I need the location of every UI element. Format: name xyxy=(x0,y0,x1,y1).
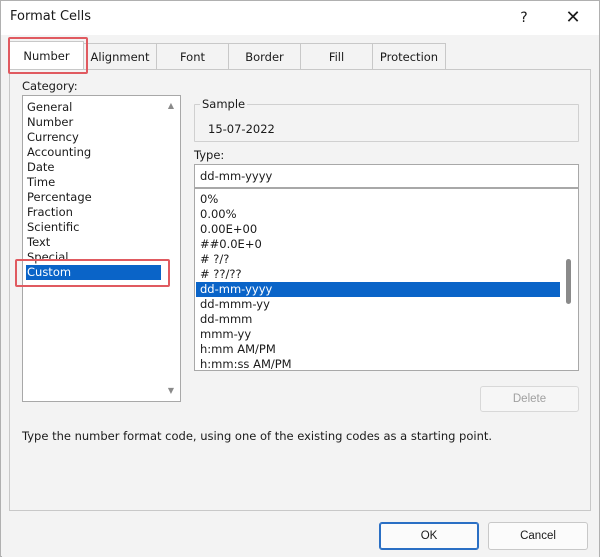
category-item-special[interactable]: Special xyxy=(26,250,161,265)
category-item-percentage[interactable]: Percentage xyxy=(26,190,161,205)
category-item-number[interactable]: Number xyxy=(26,115,161,130)
category-item-scientific[interactable]: Scientific xyxy=(26,220,161,235)
tab-border[interactable]: Border xyxy=(228,43,301,69)
type-list[interactable]: 0% 0.00% 0.00E+00 ##0.0E+0 # ?/? # ??/??… xyxy=(194,188,579,371)
tab-number[interactable]: Number xyxy=(9,41,84,69)
format-cells-dialog: Format Cells ? ✕ Number Alignment Font B… xyxy=(0,0,600,557)
tab-alignment[interactable]: Alignment xyxy=(83,43,157,69)
type-item[interactable]: 0.00% xyxy=(196,207,560,222)
category-item-currency[interactable]: Currency xyxy=(26,130,161,145)
category-item-custom[interactable]: Custom xyxy=(26,265,161,280)
help-icon[interactable]: ? xyxy=(514,7,534,29)
type-item[interactable]: 0.00E+00 xyxy=(196,222,560,237)
type-item[interactable]: # ??/?? xyxy=(196,267,560,282)
category-item-fraction[interactable]: Fraction xyxy=(26,205,161,220)
tab-protection[interactable]: Protection xyxy=(372,43,446,69)
category-item-text[interactable]: Text xyxy=(26,235,161,250)
cancel-button[interactable]: Cancel xyxy=(488,522,588,550)
category-list[interactable]: General Number Currency Accounting Date … xyxy=(22,95,181,402)
type-item[interactable]: 0% xyxy=(196,192,560,207)
title-bar: Format Cells ? ✕ xyxy=(1,1,599,35)
scroll-up-icon[interactable]: ▲ xyxy=(164,99,178,113)
type-item-selected[interactable]: dd-mm-yyyy xyxy=(196,282,560,297)
category-item-accounting[interactable]: Accounting xyxy=(26,145,161,160)
delete-button[interactable]: Delete xyxy=(480,386,579,412)
category-item-time[interactable]: Time xyxy=(26,175,161,190)
category-label: Category: xyxy=(22,79,78,93)
category-item-general[interactable]: General xyxy=(26,100,161,115)
dialog-title: Format Cells xyxy=(10,9,92,24)
type-input[interactable] xyxy=(194,164,579,188)
tab-font[interactable]: Font xyxy=(156,43,229,69)
ok-button[interactable]: OK xyxy=(379,522,479,550)
sample-legend: Sample xyxy=(200,97,248,111)
close-icon[interactable]: ✕ xyxy=(562,7,584,29)
type-item[interactable]: dd-mmm xyxy=(196,312,560,327)
type-item[interactable]: h:mm:ss AM/PM xyxy=(196,357,560,370)
type-item[interactable]: # ?/? xyxy=(196,252,560,267)
type-list-scrollbar-thumb[interactable] xyxy=(566,259,571,304)
tab-fill[interactable]: Fill xyxy=(300,43,373,69)
sample-value: 15-07-2022 xyxy=(208,122,275,136)
category-item-date[interactable]: Date xyxy=(26,160,161,175)
type-item[interactable]: mmm-yy xyxy=(196,327,560,342)
scroll-down-icon[interactable]: ▼ xyxy=(164,384,178,398)
type-item[interactable]: h:mm AM/PM xyxy=(196,342,560,357)
type-item[interactable]: dd-mmm-yy xyxy=(196,297,560,312)
type-item[interactable]: ##0.0E+0 xyxy=(196,237,560,252)
type-label: Type: xyxy=(194,148,225,162)
description-text: Type the number format code, using one o… xyxy=(22,429,493,443)
